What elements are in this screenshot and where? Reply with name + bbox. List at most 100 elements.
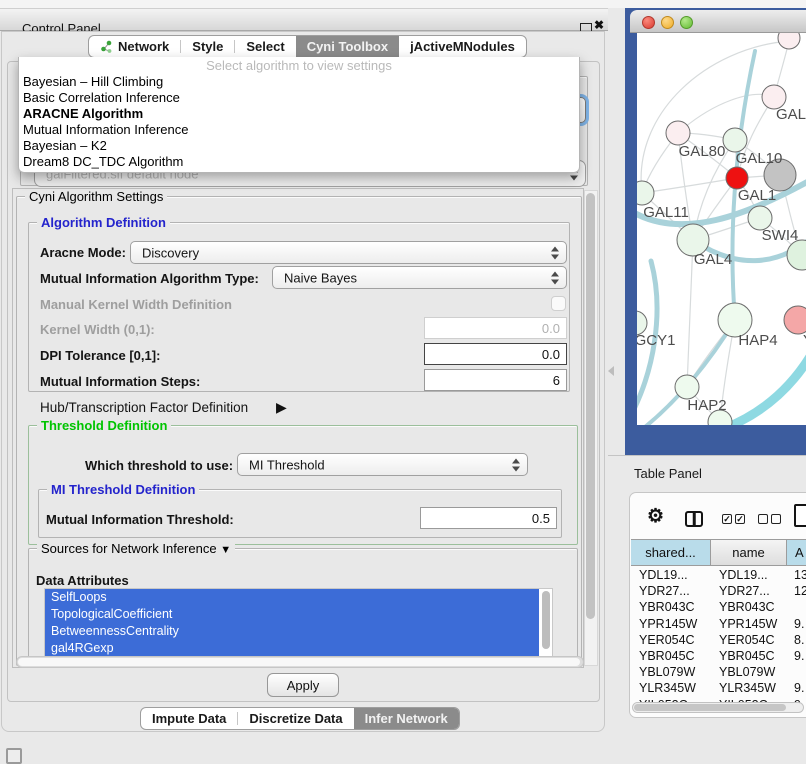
aracne-mode-combo[interactable]: Discovery: [130, 241, 567, 264]
tab-jactivemnodules[interactable]: jActiveMNodules: [399, 36, 526, 57]
splitter-collapse-icon[interactable]: [608, 366, 614, 376]
table-panel-title: Table Panel: [634, 466, 702, 481]
table-cell: 9.: [787, 616, 806, 632]
sources-collapse-icon[interactable]: ▼: [220, 544, 231, 556]
table-row[interactable]: YER054CYER054C8.: [630, 632, 806, 648]
mi-threshold-group-title: MI Threshold Definition: [47, 482, 199, 497]
tab-network[interactable]: Network: [89, 36, 180, 57]
manual-kernel-width-checkbox[interactable]: [551, 296, 566, 311]
column-header-partial[interactable]: A: [787, 539, 806, 566]
tab-infer-network[interactable]: Infer Network: [354, 708, 459, 729]
combo-stepper-icon: [551, 271, 559, 284]
kernel-width-label: Kernel Width (0,1):: [40, 322, 155, 337]
tab-select[interactable]: Select: [235, 36, 295, 57]
unchecked-box-icon[interactable]: [771, 514, 781, 524]
algorithm-option-aracne-algorithm[interactable]: ARACNE Algorithm: [19, 106, 579, 122]
algorithm-option-dream8-dc-tdc-algorithm[interactable]: Dream8 DC_TDC Algorithm: [19, 154, 579, 170]
tab-impute-data-label: Impute Data: [152, 711, 226, 726]
algorithm-option-list: Bayesian – Hill ClimbingBasic Correlatio…: [19, 74, 579, 170]
mi-steps-field[interactable]: 6: [424, 369, 567, 391]
apply-button[interactable]: Apply: [267, 673, 339, 697]
network-edge: [687, 240, 693, 387]
tab-cyni-toolbox[interactable]: Cyni Toolbox: [296, 36, 399, 57]
algorithm-option-bayesian-k2[interactable]: Bayesian – K2: [19, 138, 579, 154]
network-node-hap2[interactable]: [675, 375, 699, 399]
attribute-item-topologicalcoefficient[interactable]: TopologicalCoefficient: [45, 606, 539, 623]
table-row[interactable]: YBL079WYBL079W: [630, 664, 806, 680]
unchecked-box-icon[interactable]: [758, 514, 768, 524]
table-cell: YBL079W: [711, 664, 787, 680]
table-cell: YDL19...: [630, 567, 711, 583]
dpi-tolerance-field[interactable]: 0.0: [424, 343, 567, 365]
zoom-traffic-light-icon[interactable]: [680, 16, 693, 29]
gear-icon[interactable]: ⚙: [647, 505, 664, 528]
network-node-y[interactable]: [784, 306, 806, 334]
network-node[interactable]: [778, 33, 800, 49]
column-header-name[interactable]: name: [711, 539, 787, 566]
close-traffic-light-icon[interactable]: [642, 16, 655, 29]
tab-network-label: Network: [118, 39, 169, 54]
dpi-tolerance-label: DPI Tolerance [0,1]:: [40, 348, 160, 363]
table-row[interactable]: YDR27...YDR27...12: [630, 583, 806, 599]
network-window-titlebar[interactable]: [630, 10, 806, 33]
vertical-scrollbar-thumb[interactable]: [586, 193, 595, 619]
aracne-mode-label: Aracne Mode:: [40, 245, 126, 260]
tab-discretize-data[interactable]: Discretize Data: [238, 708, 353, 729]
attribute-item-betweennesscentrality[interactable]: BetweennessCentrality: [45, 623, 539, 640]
hub-definition-label: Hub/Transcription Factor Definition: [40, 400, 248, 415]
data-attributes-list[interactable]: SelfLoopsTopologicalCoefficientBetweenne…: [44, 588, 553, 658]
table-row[interactable]: YBR045CYBR045C9.: [630, 648, 806, 664]
network-node-gal10[interactable]: [723, 128, 747, 152]
aracne-mode-value: Discovery: [142, 245, 199, 260]
algorithm-option-bayesian-hill-climbing[interactable]: Bayesian – Hill Climbing: [19, 74, 579, 90]
column-header-label: name: [732, 545, 765, 560]
mi-algorithm-type-combo[interactable]: Naive Bayes: [272, 266, 567, 289]
file-icon[interactable]: [794, 504, 806, 527]
hub-expander-icon[interactable]: ▶: [276, 399, 287, 416]
network-node[interactable]: [787, 240, 806, 270]
node-table[interactable]: YDL19...YDL19...13YDR27...YDR27...12YBR0…: [630, 567, 806, 703]
which-threshold-value: MI Threshold: [249, 457, 325, 472]
kernel-width-field[interactable]: 0.0: [424, 317, 567, 339]
tab-style-label: Style: [192, 39, 223, 54]
tab-impute-data[interactable]: Impute Data: [141, 708, 237, 729]
minimize-traffic-light-icon[interactable]: [661, 16, 674, 29]
combo-stepper-icon: [551, 246, 559, 259]
mi-threshold-field[interactable]: 0.5: [420, 507, 557, 529]
table-cell: YLR345W: [711, 680, 787, 696]
horizontal-scrollbar-thumb[interactable]: [18, 658, 580, 666]
attribute-item-gal4rgexp[interactable]: gal4RGexp: [45, 640, 539, 657]
close-icon[interactable]: ✖: [594, 18, 604, 32]
which-threshold-combo[interactable]: MI Threshold: [237, 453, 528, 476]
table-horizontal-scrollbar-thumb[interactable]: [634, 704, 786, 711]
network-node-gal80[interactable]: [666, 121, 690, 145]
which-threshold-label: Which threshold to use:: [85, 458, 233, 473]
table-cell: YDL19...: [711, 567, 787, 583]
table-row[interactable]: YDL19...YDL19...13: [630, 567, 806, 583]
table-cell: YBR043C: [630, 599, 711, 615]
column-header-shared-name[interactable]: shared...: [631, 539, 711, 566]
network-node-gal1[interactable]: [726, 167, 748, 189]
sources-title-wrap: Sources for Network Inference ▼: [37, 541, 235, 556]
threshold-definition-title: Threshold Definition: [37, 418, 171, 433]
table-row[interactable]: YLR345WYLR345W9.: [630, 680, 806, 696]
table-row[interactable]: YBR043CYBR043C: [630, 599, 806, 615]
algorithm-option-basic-correlation-inference[interactable]: Basic Correlation Inference: [19, 90, 579, 106]
kernel-width-value: 0.0: [542, 321, 560, 336]
checked-box-icon[interactable]: ✓: [722, 514, 732, 524]
cyni-settings-title: Cyni Algorithm Settings: [25, 189, 167, 204]
attributes-scrollbar-thumb[interactable]: [542, 591, 550, 649]
data-attributes-label: Data Attributes: [36, 573, 129, 588]
node-label-gal80: GAL80: [679, 143, 726, 160]
columns-icon[interactable]: [685, 511, 703, 527]
table-cell: YDR27...: [630, 583, 711, 599]
tab-style[interactable]: Style: [181, 36, 234, 57]
network-canvas[interactable]: GALGAL80GAL10GAL1GAL11SWI4GAL4GCY1HAP4YH…: [637, 33, 806, 425]
table-cell: YDR27...: [711, 583, 787, 599]
network-edge: [642, 178, 737, 193]
node-label-gal4: GAL4: [694, 251, 732, 268]
attribute-item-selfloops[interactable]: SelfLoops: [45, 589, 539, 606]
checked-box-icon[interactable]: ✓: [735, 514, 745, 524]
table-row[interactable]: YPR145WYPR145W9.: [630, 616, 806, 632]
algorithm-option-mutual-information-inference[interactable]: Mutual Information Inference: [19, 122, 579, 138]
